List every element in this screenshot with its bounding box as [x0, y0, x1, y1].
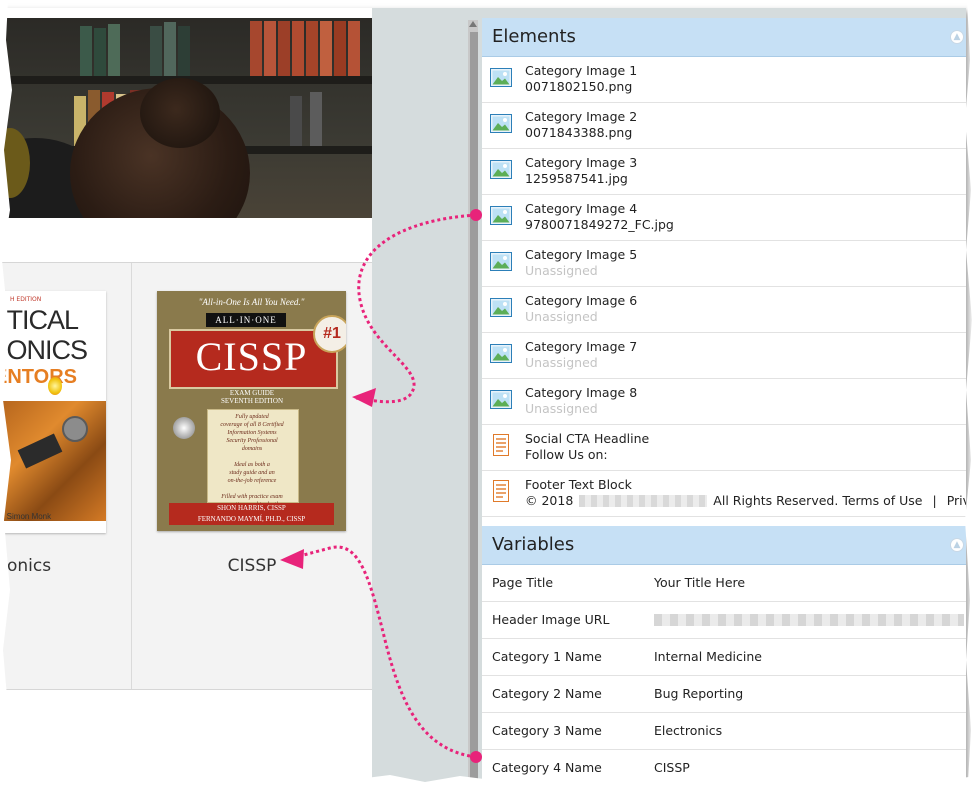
variable-name: Category 3 Name: [492, 723, 602, 738]
element-name: Category Image 8: [525, 385, 638, 400]
element-value: Follow Us on:: [525, 447, 608, 462]
variables-list: Page Title Your Title Here Header Image UR…: [482, 565, 966, 783]
cover-title: CISSP: [195, 334, 308, 379]
element-value: Unassigned: [525, 309, 598, 324]
element-item[interactable]: Category Image 8 Unassigned: [482, 379, 966, 425]
category-row: H EDITION CTICAL RONICS ENTORS d Simon M…: [0, 262, 372, 690]
cissp-cover-image[interactable]: "All-in-One Is All You Need." ALL·IN·ONE…: [157, 291, 346, 531]
variable-name: Page Title: [492, 575, 554, 590]
element-name: Category Image 3: [525, 155, 638, 170]
footer-separator: |: [932, 493, 937, 508]
capacitor-image: [62, 416, 88, 442]
element-item[interactable]: Category Image 4 9780071849272_FC.jpg: [482, 195, 966, 241]
variable-name: Category 1 Name: [492, 649, 602, 664]
element-name: Category Image 6: [525, 293, 638, 308]
image-icon: [490, 160, 512, 179]
element-value: 1259587541.jpg: [525, 171, 628, 186]
element-name: Category Image 4: [525, 201, 638, 216]
text-block-icon: [490, 434, 512, 456]
torn-edge-right: [965, 0, 977, 798]
cover-series: ALL·IN·ONE: [206, 313, 286, 327]
variable-row[interactable]: Category 2 Name Bug Reporting: [482, 676, 966, 713]
footer-terms: Terms of Use: [842, 493, 923, 508]
element-value: Unassigned: [525, 263, 598, 278]
books-row: [60, 18, 372, 76]
elements-list: Category Image 1 0071802150.png Category I…: [482, 57, 966, 517]
bestseller-badge: #1: [313, 315, 346, 353]
cover-info-text: Fully updated coverage of all 8 Certifie…: [220, 414, 284, 516]
properties-panel: Elements ▲ Category Image 1 0071802150.pn…: [482, 18, 966, 783]
elements-header[interactable]: Elements ▲: [482, 18, 966, 57]
page-preview: H EDITION CTICAL RONICS ENTORS d Simon M…: [0, 8, 372, 783]
variable-row[interactable]: Category 1 Name Internal Medicine: [482, 639, 966, 676]
variable-value[interactable]: Internal Medicine: [654, 649, 762, 664]
cover-quote: "All-in-One Is All You Need.": [198, 297, 305, 307]
image-icon: [490, 206, 512, 225]
element-item[interactable]: Category Image 2 0071843388.png: [482, 103, 966, 149]
cover-subtitle: EXAM GUIDE SEVENTH EDITION: [220, 389, 283, 405]
image-icon: [490, 252, 512, 271]
element-item[interactable]: Category Image 5 Unassigned: [482, 241, 966, 287]
variable-name: Header Image URL: [492, 612, 610, 627]
person-hair-bun: [140, 78, 220, 148]
elements-title: Elements: [492, 26, 576, 47]
variables-header[interactable]: Variables ▲: [482, 526, 966, 565]
variable-value[interactable]: Your Title Here: [654, 575, 745, 590]
element-name: Category Image 5: [525, 247, 638, 262]
element-value: © 2018 All Rights Reserved. Terms of Use |…: [525, 493, 966, 508]
footer-rights: All Rights Reserved.: [713, 493, 839, 508]
image-icon: [490, 344, 512, 363]
cd-disc-icon: [173, 417, 195, 439]
lightbulb-icon: [48, 377, 62, 395]
element-name: Category Image 1: [525, 63, 638, 78]
variables-title: Variables: [492, 534, 575, 555]
category-card-cissp[interactable]: "All-in-One Is All You Need." ALL·IN·ONE…: [132, 263, 372, 689]
element-value: 0071802150.png: [525, 79, 633, 94]
footer-copyright: © 2018: [525, 493, 574, 508]
variable-row[interactable]: Header Image URL: [482, 602, 966, 639]
collapse-icon[interactable]: ▲: [950, 30, 964, 44]
app-frame: H EDITION CTICAL RONICS ENTORS d Simon M…: [0, 8, 966, 783]
element-name: Category Image 2: [525, 109, 638, 124]
element-item[interactable]: Category Image 3 1259587541.jpg: [482, 149, 966, 195]
element-item[interactable]: Category Image 7 Unassigned: [482, 333, 966, 379]
scrollbar-thumb[interactable]: [470, 32, 478, 783]
header-image: [0, 18, 372, 218]
image-icon: [490, 298, 512, 317]
element-item[interactable]: Social CTA Headline Follow Us on:: [482, 425, 966, 471]
variable-name: Category 2 Name: [492, 686, 602, 701]
element-name: Social CTA Headline: [525, 431, 650, 446]
element-item-footer[interactable]: Footer Text Block © 2018 All Rights Reserv…: [482, 471, 966, 517]
image-icon: [490, 390, 512, 409]
element-value: Unassigned: [525, 355, 598, 370]
cover-authors: SHON HARRIS, CISSP FERNANDO MAYMÍ, PH.D.…: [169, 503, 334, 525]
text-block-icon: [490, 480, 512, 502]
element-item[interactable]: Category Image 6 Unassigned: [482, 287, 966, 333]
torn-edge-left: [0, 0, 12, 798]
variable-value[interactable]: Electronics: [654, 723, 722, 738]
element-name: Category Image 7: [525, 339, 638, 354]
redacted-text: [579, 494, 708, 507]
element-value: Unassigned: [525, 401, 598, 416]
variable-row[interactable]: Category 3 Name Electronics: [482, 713, 966, 750]
collapse-icon[interactable]: ▲: [950, 538, 964, 552]
element-name: Footer Text Block: [525, 477, 632, 492]
redacted-value: [654, 614, 964, 626]
element-item[interactable]: Category Image 1 0071802150.png: [482, 57, 966, 103]
variable-value[interactable]: Bug Reporting: [654, 686, 743, 701]
scroll-up-arrow-icon[interactable]: [469, 21, 477, 27]
element-value: 9780071849272_FC.jpg: [525, 217, 674, 232]
torn-edge-bottom: [0, 773, 977, 798]
image-icon: [490, 68, 512, 87]
variable-row[interactable]: Page Title Your Title Here: [482, 565, 966, 602]
element-value: 0071843388.png: [525, 125, 633, 140]
category-label[interactable]: CISSP: [132, 556, 372, 576]
image-icon: [490, 114, 512, 133]
